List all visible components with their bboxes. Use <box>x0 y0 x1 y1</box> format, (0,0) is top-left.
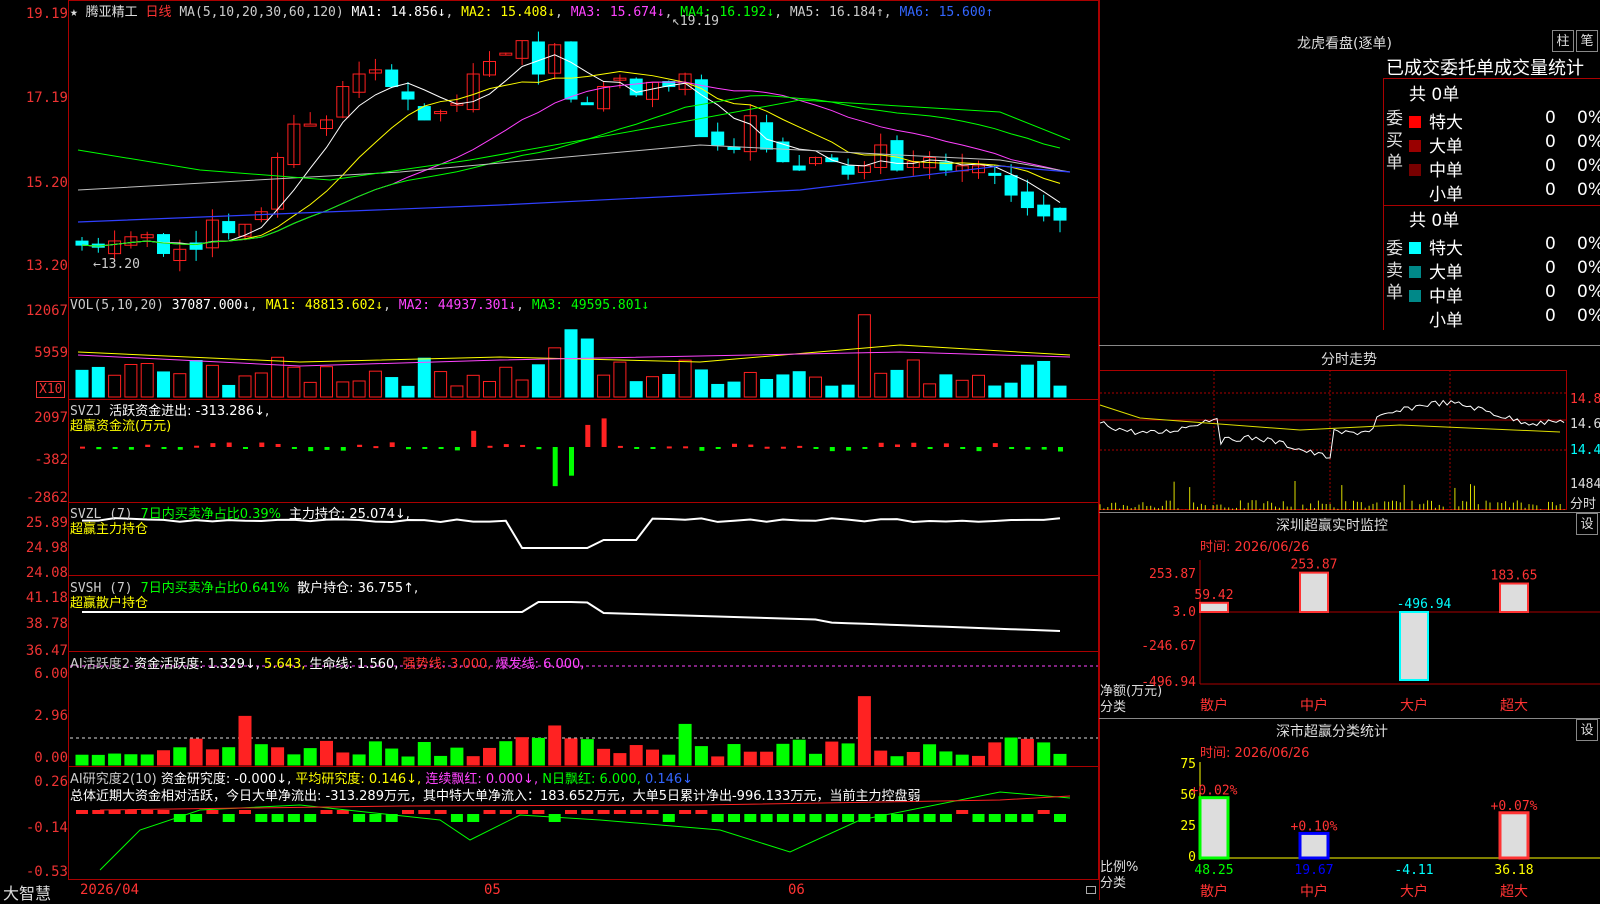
monitor-category: 超大 <box>1500 698 1528 714</box>
classify-axis-label: 25 <box>1180 819 1196 834</box>
classify-value: 36.18 <box>1494 863 1533 878</box>
monitor-axis-label: -496.94 <box>1141 675 1196 690</box>
classify-bar <box>1298 831 1330 860</box>
classify-category: 超大 <box>1500 884 1528 900</box>
monitor-bar <box>1299 571 1329 614</box>
right-panels-svg: 253.87 3.0 -246.67 -496.94 59.42 散户 253.87 中户 -4… <box>1099 370 1600 900</box>
monitor-bar-value: -496.94 <box>1397 597 1452 612</box>
monitor-bar-value: 183.65 <box>1491 569 1538 584</box>
classify-change: +0.02% <box>1191 784 1238 799</box>
monitor-bar-value: 59.42 <box>1194 588 1233 603</box>
classify-change: +0.10% <box>1291 819 1338 834</box>
monitor-category: 散户 <box>1200 697 1228 714</box>
monitor-bar <box>1499 582 1529 614</box>
monitor-axis-label: -246.67 <box>1141 639 1196 654</box>
monitor-category: 大户 <box>1400 697 1428 714</box>
monitor-bar <box>1199 601 1229 614</box>
classify-bar <box>1198 796 1230 860</box>
classify-category: 中户 <box>1300 883 1328 900</box>
classify-bar <box>1498 811 1530 860</box>
monitor-bar <box>1399 611 1429 681</box>
monitor-axis-label: 253.87 <box>1149 567 1196 582</box>
classify-value: -4.11 <box>1394 863 1433 878</box>
monitor-axis-label: 3.0 <box>1173 605 1196 620</box>
classify-category: 大户 <box>1400 883 1428 900</box>
classify-category: 散户 <box>1200 883 1228 900</box>
classify-value: 19.67 <box>1294 863 1333 878</box>
classify-axis-label: 75 <box>1180 757 1196 772</box>
monitor-category: 中户 <box>1300 697 1328 714</box>
classify-change: +0.07% <box>1491 799 1538 814</box>
classify-value: 48.25 <box>1194 863 1233 878</box>
monitor-bar-value: 253.87 <box>1291 558 1338 573</box>
